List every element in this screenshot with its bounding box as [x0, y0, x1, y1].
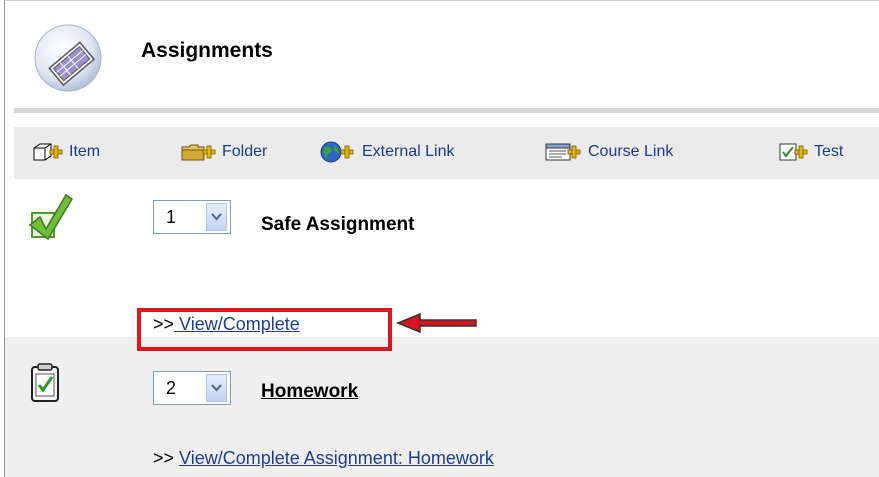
add-course-link-button[interactable]: Course Link — [544, 140, 673, 164]
checkmark-assignment-icon — [28, 191, 74, 248]
order-select[interactable]: 1 — [153, 200, 231, 234]
order-value: 2 — [166, 377, 177, 398]
item-title: Safe Assignment — [261, 214, 415, 235]
homework-title-link[interactable]: Homework — [261, 381, 358, 403]
link-prefix: >> — [153, 448, 175, 468]
globe-icon — [320, 141, 354, 163]
assignments-page: Assignments Item Folder External Link Co… — [0, 0, 879, 477]
add-folder-button[interactable]: Folder — [180, 140, 267, 164]
page-title: Assignments — [141, 39, 273, 62]
assignments-icon — [33, 23, 103, 93]
add-external-link-button[interactable]: External Link — [320, 140, 455, 164]
add-test-label: Test — [814, 143, 844, 160]
order-value: 1 — [166, 206, 177, 227]
content-toolbar: Item Folder External Link Course Link Te… — [14, 127, 879, 179]
add-item-icon — [33, 143, 63, 161]
add-item-label: Item — [69, 143, 101, 160]
add-item-button[interactable]: Item — [31, 140, 100, 164]
content-item-homework: 2 Homework >> View/Complete Assignment: … — [5, 337, 879, 477]
page-header: Assignments — [5, 1, 879, 109]
chevron-down-icon — [206, 374, 227, 402]
view-complete-homework-link[interactable]: View/Complete Assignment: Homework — [179, 448, 494, 468]
add-test-button[interactable]: Test — [778, 140, 843, 164]
chevron-down-icon — [206, 203, 227, 231]
add-external-link-label: External Link — [362, 143, 455, 160]
add-folder-icon — [181, 144, 216, 161]
course-link-icon — [545, 143, 581, 161]
view-complete-row: >> View/Complete Assignment: Homework — [153, 448, 494, 469]
title-divider — [14, 108, 879, 113]
test-icon — [779, 143, 808, 161]
highlight-box — [137, 308, 392, 351]
annotation-arrow-icon — [396, 312, 478, 339]
add-folder-label: Folder — [222, 143, 268, 160]
order-select[interactable]: 2 — [153, 371, 231, 405]
add-course-link-label: Course Link — [588, 143, 674, 160]
clipboard-icon — [30, 363, 60, 408]
